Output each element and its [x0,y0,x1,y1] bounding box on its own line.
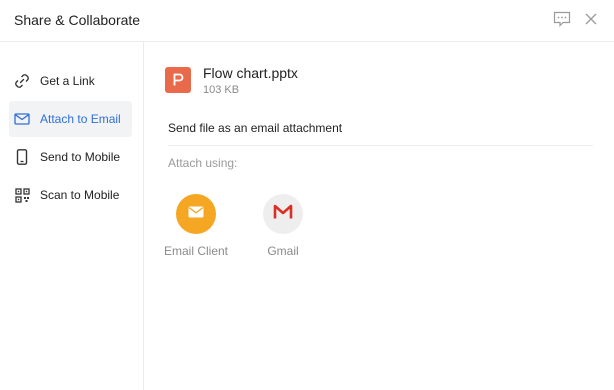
mail-icon [14,111,30,127]
qr-code-icon [14,187,30,203]
option-label: Email Client [163,244,229,258]
section-title: Send file as an email attachment [168,121,343,135]
close-icon [585,12,597,30]
attach-using-label: Attach using: [168,156,238,170]
option-label: Gmail [267,244,299,258]
sidebar-item-get-a-link[interactable]: Get a Link [9,63,132,99]
close-button[interactable] [580,10,602,32]
sidebar-item-label: Attach to Email [40,112,121,126]
sidebar-item-send-to-mobile[interactable]: Send to Mobile [9,139,132,175]
window-title: Share & Collaborate [14,12,141,28]
sidebar-item-scan-to-mobile[interactable]: Scan to Mobile [9,177,132,213]
email-client-option[interactable]: Email Client [156,194,236,258]
divider [168,145,593,146]
presentation-file-icon [165,67,191,93]
feedback-icon [553,11,571,32]
gmail-button[interactable] [263,194,303,234]
title-bar: Share & Collaborate [0,0,614,42]
sidebar-item-attach-to-email[interactable]: Attach to Email [9,101,132,137]
envelope-icon [188,205,204,223]
gmail-icon [273,204,293,225]
feedback-button[interactable] [551,10,573,32]
sidebar-item-label: Scan to Mobile [40,188,120,202]
sidebar-item-label: Get a Link [40,74,95,88]
gmail-option[interactable]: Gmail [243,194,323,258]
sidebar-item-label: Send to Mobile [40,150,121,164]
file-size: 103 KB [203,84,240,96]
file-name: Flow chart.pptx [203,65,298,81]
link-icon [14,73,30,89]
email-client-button[interactable] [176,194,216,234]
main-panel: Flow chart.pptx 103 KB Send file as an e… [145,42,614,390]
sidebar: Get a Link Attach to Email Send to Mobil… [0,42,144,390]
mobile-icon [14,149,30,165]
